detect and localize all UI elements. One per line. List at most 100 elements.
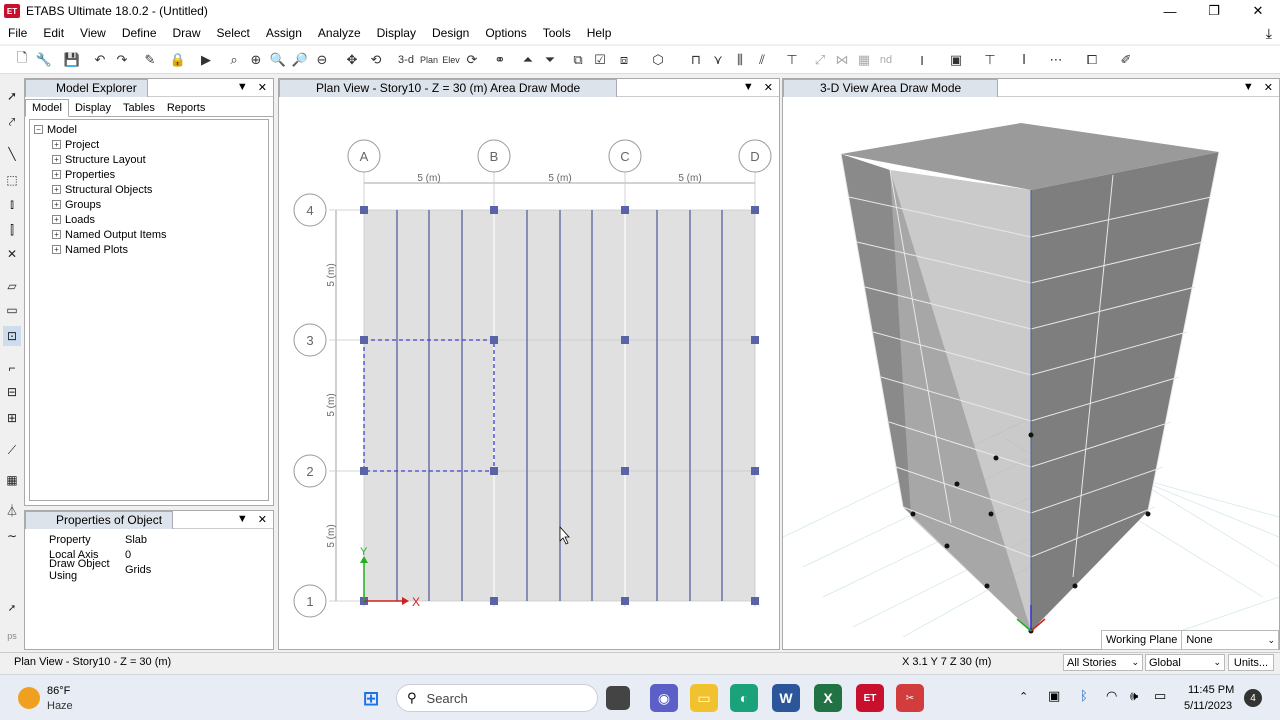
draw-spring-icon[interactable]: ⋈	[832, 50, 852, 70]
working-plane-select[interactable]: None	[1182, 634, 1267, 646]
zoom-window-icon[interactable]: ⌕	[224, 50, 244, 70]
draw-frame-icon[interactable]: ⊓	[686, 50, 706, 70]
taskbar-date[interactable]: 5/11/2023	[1184, 700, 1232, 712]
previous-selection-icon[interactable]: ps	[3, 626, 21, 646]
panel-dropdown-icon[interactable]: ▼	[237, 81, 248, 94]
maximize-button[interactable]: ❐	[1192, 0, 1236, 22]
building-right-face[interactable]	[1031, 152, 1219, 631]
volume-icon[interactable]: 🕪	[1130, 688, 1138, 704]
edge-icon[interactable]: ◐	[730, 684, 758, 712]
minimize-button[interactable]: —	[1148, 0, 1192, 22]
chevron-down-icon[interactable]: ⌄	[1267, 635, 1278, 646]
panel-close-icon[interactable]: ✕	[258, 513, 267, 526]
tree-item[interactable]: + Project	[34, 137, 264, 152]
draw-rect-area-icon[interactable]: ▭	[3, 300, 21, 320]
tree-item[interactable]: + Properties	[34, 167, 264, 182]
save-icon[interactable]: 💾	[62, 50, 82, 70]
battery-icon[interactable]: ▭	[1154, 688, 1166, 704]
weather-desc[interactable]: Haze	[47, 700, 73, 712]
tree-item[interactable]: + Structural Objects	[34, 182, 264, 197]
redo-icon[interactable]: ↷	[112, 50, 132, 70]
group-icon[interactable]: ⧠	[1082, 50, 1102, 70]
plan-view-button[interactable]: Plan	[418, 50, 440, 70]
pan-icon[interactable]: ✥	[342, 50, 362, 70]
menu-options[interactable]: Options	[477, 26, 534, 40]
tree-item[interactable]: + Groups	[34, 197, 264, 212]
view-3d-button[interactable]: 3-d	[394, 50, 418, 70]
quick-draw-wall-icon[interactable]: ⊟	[3, 382, 21, 402]
property-value[interactable]: Grids	[125, 564, 151, 576]
paint-icon[interactable]: ✐	[1116, 50, 1136, 70]
weather-temp[interactable]: 86°F	[47, 685, 70, 697]
draw-section-cut-icon[interactable]: ⏃	[3, 500, 21, 520]
menu-edit[interactable]: Edit	[35, 26, 72, 40]
etabs-taskbar-icon[interactable]: ET	[856, 684, 884, 712]
tree-root[interactable]: − Model	[34, 122, 264, 137]
property-value[interactable]: Slab	[125, 534, 147, 546]
draw-poly-area-icon[interactable]: ▱	[3, 276, 21, 296]
select-pointer-icon[interactable]: ➚	[3, 86, 21, 106]
snipping-tool-icon[interactable]: ✂	[896, 684, 924, 712]
taskbar-time[interactable]: 11:45 PM	[1188, 684, 1234, 696]
check-icon[interactable]: ☑	[590, 50, 610, 70]
zoom-out-icon[interactable]: 🔎	[290, 50, 310, 70]
expand-icon[interactable]: +	[52, 185, 61, 194]
windows-start-icon[interactable]: ⊞	[357, 684, 385, 712]
menu-display[interactable]: Display	[369, 26, 424, 40]
download-icon[interactable]: ⤓	[1266, 25, 1272, 42]
expand-icon[interactable]: +	[52, 230, 61, 239]
rotate-view-icon[interactable]: ⟳	[462, 50, 482, 70]
notification-badge[interactable]: 4	[1244, 689, 1262, 707]
draw-area-icon[interactable]: ▦	[854, 50, 874, 70]
tree-item[interactable]: + Structure Layout	[34, 152, 264, 167]
taskbar-search-box[interactable]: ⚲ Search	[396, 684, 598, 712]
elevation-view-button[interactable]: Elev	[440, 50, 462, 70]
menu-file[interactable]: File	[0, 26, 35, 40]
draw-brace-icon[interactable]: ⋎	[708, 50, 728, 70]
rubber-band-icon[interactable]: ⟲	[366, 50, 386, 70]
draw-brace-tool-icon[interactable]: ✕	[3, 244, 21, 264]
pencil-icon[interactable]: ✎	[140, 50, 160, 70]
panel-dropdown-icon[interactable]: ▼	[237, 513, 248, 526]
draw-line-icon[interactable]: ╲	[3, 144, 21, 164]
tab-display[interactable]: Display	[69, 100, 117, 116]
menu-define[interactable]: Define	[114, 26, 165, 40]
menu-draw[interactable]: Draw	[165, 26, 209, 40]
property-value[interactable]: 0	[125, 549, 131, 561]
tree-item[interactable]: + Named Output Items	[34, 227, 264, 242]
menu-design[interactable]: Design	[424, 26, 477, 40]
panel-close-icon[interactable]: ✕	[1264, 81, 1273, 94]
property-row[interactable]: Draw Object Using Grids	[25, 558, 273, 582]
zoom-restore-icon[interactable]: ⊕	[246, 50, 266, 70]
menu-help[interactable]: Help	[579, 26, 620, 40]
close-button[interactable]: ✕	[1236, 0, 1280, 22]
tree-item[interactable]: + Named Plots	[34, 242, 264, 257]
run-analysis-icon[interactable]: ▶	[196, 50, 216, 70]
network-adapter-icon[interactable]: ▣	[1048, 688, 1060, 704]
quick-draw-area-icon[interactable]: ⊡	[3, 326, 21, 346]
tree-item[interactable]: + Loads	[34, 212, 264, 227]
bluetooth-icon[interactable]: ᛒ	[1080, 688, 1088, 703]
weather-icon[interactable]	[18, 687, 40, 709]
menu-assign[interactable]: Assign	[258, 26, 310, 40]
excel-icon[interactable]: X	[814, 684, 842, 712]
panel-close-icon[interactable]: ✕	[764, 81, 773, 94]
stories-select[interactable]: All Stories ⌄	[1063, 654, 1143, 671]
tab-tables[interactable]: Tables	[117, 100, 161, 116]
object-shrink-icon[interactable]: ⧉	[568, 50, 588, 70]
draw-support-icon[interactable]: ⤢	[810, 50, 830, 70]
task-view-icon[interactable]	[606, 686, 630, 710]
draw-opening-icon[interactable]: ⊞	[3, 408, 21, 428]
panel-close-icon[interactable]: ✕	[258, 81, 267, 94]
coord-system-select[interactable]: Global ⌄	[1145, 654, 1225, 671]
plan-canvas[interactable]: A B C D 4 3 2 1 5 (m) 5 (m) 5 (m) 5 (m) …	[279, 97, 779, 649]
tab-reports[interactable]: Reports	[161, 100, 212, 116]
collapse-icon[interactable]: −	[34, 125, 43, 134]
draw-beam-tool-icon[interactable]: ⫿	[3, 220, 21, 240]
panel-dropdown-icon[interactable]: ▼	[743, 81, 754, 94]
reshape-icon[interactable]: ⤤	[3, 112, 21, 132]
expand-icon[interactable]: +	[52, 155, 61, 164]
draw-column-icon[interactable]: ⫽	[752, 50, 772, 70]
menu-analyze[interactable]: Analyze	[310, 26, 369, 40]
teams-icon[interactable]: ◉	[650, 684, 678, 712]
